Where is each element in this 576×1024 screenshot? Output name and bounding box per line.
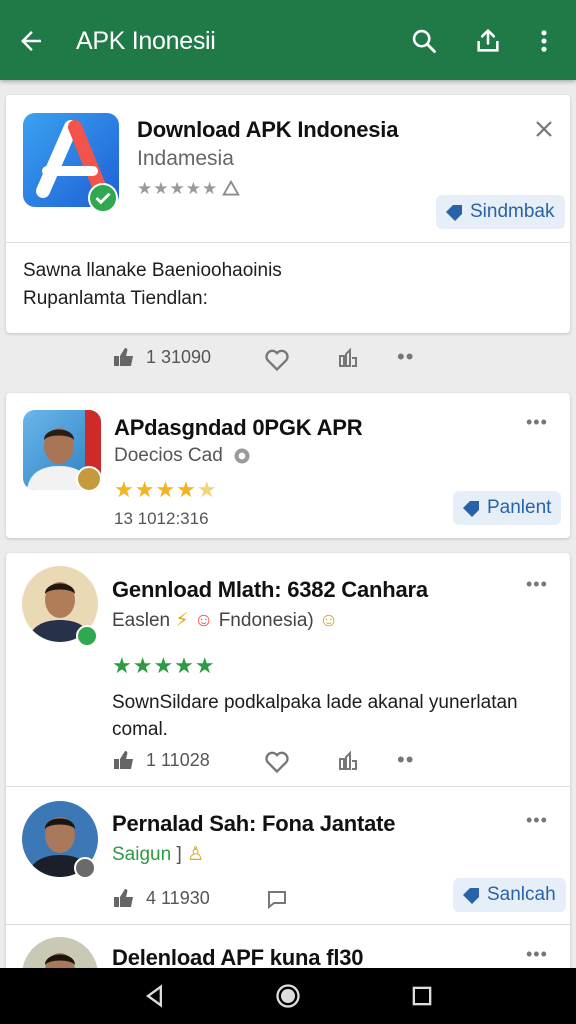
card2-action-button[interactable]: Panlent bbox=[453, 491, 562, 525]
more-options-icon[interactable]: •• bbox=[397, 749, 414, 771]
settings-badge-icon bbox=[74, 857, 96, 879]
divider bbox=[6, 786, 570, 787]
share-post-icon[interactable] bbox=[336, 346, 360, 370]
nav-home-icon[interactable] bbox=[274, 982, 302, 1010]
nav-recents-icon[interactable] bbox=[408, 982, 436, 1010]
tag-icon bbox=[463, 888, 479, 904]
search-icon[interactable] bbox=[410, 27, 438, 55]
more-options-icon[interactable]: ••• bbox=[526, 945, 548, 963]
rating-stars: ★★★★★ bbox=[137, 179, 219, 198]
more-options-icon[interactable]: ••• bbox=[526, 413, 548, 431]
card1-action-label: Sindmbak bbox=[470, 201, 555, 222]
app-title[interactable]: Download APK Indonesia bbox=[137, 117, 398, 143]
app-meta: 13 1012:316 bbox=[114, 509, 209, 528]
more-options-icon[interactable]: ••• bbox=[526, 575, 548, 593]
feed-list: Gennload Mlath: 6382 Canhara Easlen ⚡ ☺ … bbox=[6, 553, 570, 1013]
system-nav-bar bbox=[0, 968, 576, 1024]
share-icon[interactable] bbox=[474, 27, 502, 55]
thumbs-up-icon bbox=[114, 751, 133, 769]
post-body: SownSildare podkalpaka lade akanal yuner… bbox=[112, 692, 518, 740]
globe-icon bbox=[234, 448, 250, 464]
nav-back-icon[interactable] bbox=[141, 982, 169, 1010]
divider bbox=[6, 924, 570, 925]
app-developer: Doecios Cad bbox=[114, 445, 223, 466]
heart-icon[interactable] bbox=[263, 345, 291, 373]
post-subtitle: Saigun ] ♙ bbox=[112, 844, 205, 865]
thumbs-up-icon bbox=[114, 889, 133, 907]
like-count[interactable]: 4 11930 bbox=[112, 887, 210, 909]
card2-action-label: Panlent bbox=[487, 497, 552, 518]
post2-action-button[interactable]: Sanlcah bbox=[453, 878, 566, 912]
rating-stars: ★★★★★ bbox=[112, 653, 216, 678]
post-title[interactable]: Gennload Mlath: 6382 Canhara bbox=[112, 577, 428, 603]
award-badge-icon bbox=[76, 466, 102, 492]
tag-icon bbox=[446, 205, 462, 221]
more-vert-icon[interactable] bbox=[530, 27, 558, 55]
app-card-2[interactable]: APdasgndad 0PGK APR Doecios Cad ★★★★★ 13… bbox=[6, 393, 570, 538]
app-bar: APK Inonesii bbox=[0, 0, 576, 80]
post-title[interactable]: Pernalad Sah: Fona Jantate bbox=[112, 811, 396, 837]
page-title: APK Inonesii bbox=[76, 27, 216, 55]
more-options-icon[interactable]: ••• bbox=[526, 811, 548, 829]
back-arrow-icon[interactable] bbox=[16, 26, 46, 56]
like-count[interactable]: 1 11028 bbox=[112, 749, 210, 771]
divider bbox=[6, 242, 570, 243]
thumbs-up-icon bbox=[114, 348, 133, 366]
app-developer: Indamesia bbox=[137, 147, 234, 170]
card1-action-button[interactable]: Sindmbak bbox=[436, 195, 565, 229]
app-title[interactable]: APdasgndad 0PGK APR bbox=[114, 415, 363, 441]
rating-stars: ★★★★★ bbox=[114, 477, 218, 502]
post-subtitle: Easlen ⚡ ☺ Fndonesia) ☺ bbox=[112, 610, 339, 631]
heart-icon[interactable] bbox=[263, 747, 291, 775]
comment-icon[interactable] bbox=[264, 887, 290, 911]
like-count[interactable]: 1 31090 bbox=[112, 346, 211, 368]
verified-shield-icon bbox=[222, 179, 240, 196]
close-icon[interactable] bbox=[532, 117, 556, 141]
card1-description-line2: Rupanlamta Tiendlan: bbox=[23, 288, 208, 309]
card1-description-line1: Sawna llanake Baenioohaoinis bbox=[23, 260, 282, 281]
verified-badge-icon bbox=[76, 625, 98, 647]
tag-icon bbox=[463, 501, 479, 517]
more-options-icon[interactable]: •• bbox=[397, 346, 414, 368]
verified-badge-icon bbox=[88, 183, 118, 213]
share-post-icon[interactable] bbox=[336, 749, 360, 773]
featured-app-card[interactable]: Download APK Indonesia Indamesia ★★★★★ S… bbox=[6, 95, 570, 333]
